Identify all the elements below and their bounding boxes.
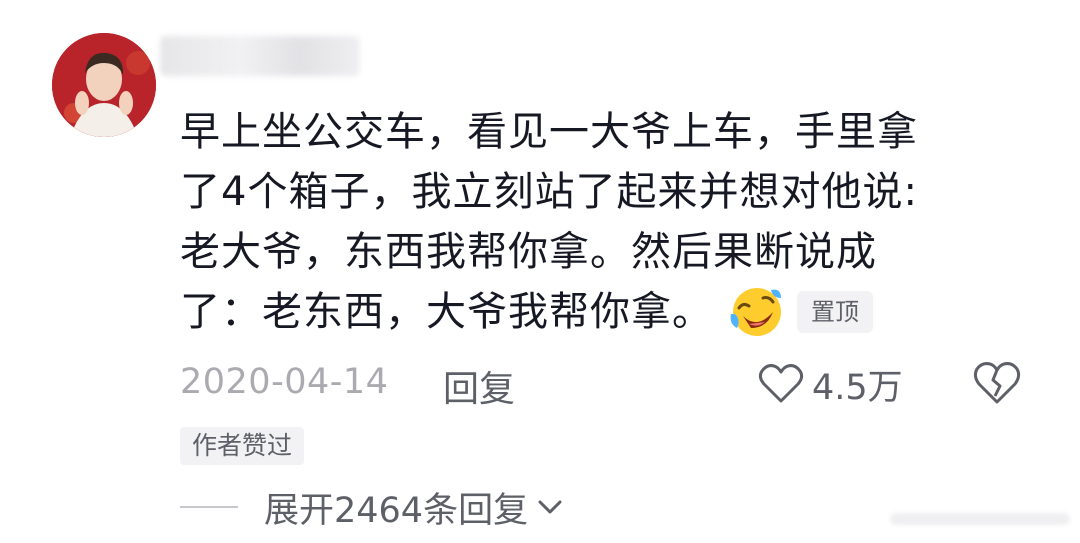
expand-replies-label: 展开2464条回复	[264, 490, 529, 531]
dislike-broken-heart-icon[interactable]	[972, 360, 1022, 406]
comment-line: 了：老东西，大爷我帮你拿。	[180, 289, 713, 335]
reply-button[interactable]: 回复	[443, 360, 515, 412]
laughing-crying-emoji-icon	[730, 288, 781, 336]
expand-replies-button[interactable]: 展开2464条回复	[180, 482, 564, 532]
comment-line: 了4个箱子，我立刻站了起来并想对他说:	[180, 169, 918, 215]
avatar-image	[52, 33, 156, 137]
comment-line: 老大爷，东西我帮你拿。然后果断说成	[180, 229, 877, 275]
comment-meta: 2020-04-14 回复 4.5万	[180, 356, 1040, 412]
like-button[interactable]: 4.5万	[758, 356, 903, 412]
like-count: 4.5万	[812, 367, 903, 408]
avatar[interactable]	[52, 33, 156, 137]
chevron-down-icon	[538, 500, 562, 514]
comment-line: 早上坐公交车，看见一大爷上车，手里拿	[180, 109, 918, 155]
watermark-blurred	[890, 513, 1070, 525]
comment-date: 2020-04-14	[180, 362, 389, 402]
username-blurred[interactable]	[160, 36, 360, 76]
comment-text: 早上坐公交车，看见一大爷上车，手里拿 了4个箱子，我立刻站了起来并想对他说: 老…	[180, 102, 1010, 342]
pinned-badge: 置顶	[797, 291, 873, 333]
divider-line	[180, 506, 238, 508]
heart-icon	[758, 364, 804, 403]
author-liked-badge: 作者赞过	[180, 427, 305, 465]
